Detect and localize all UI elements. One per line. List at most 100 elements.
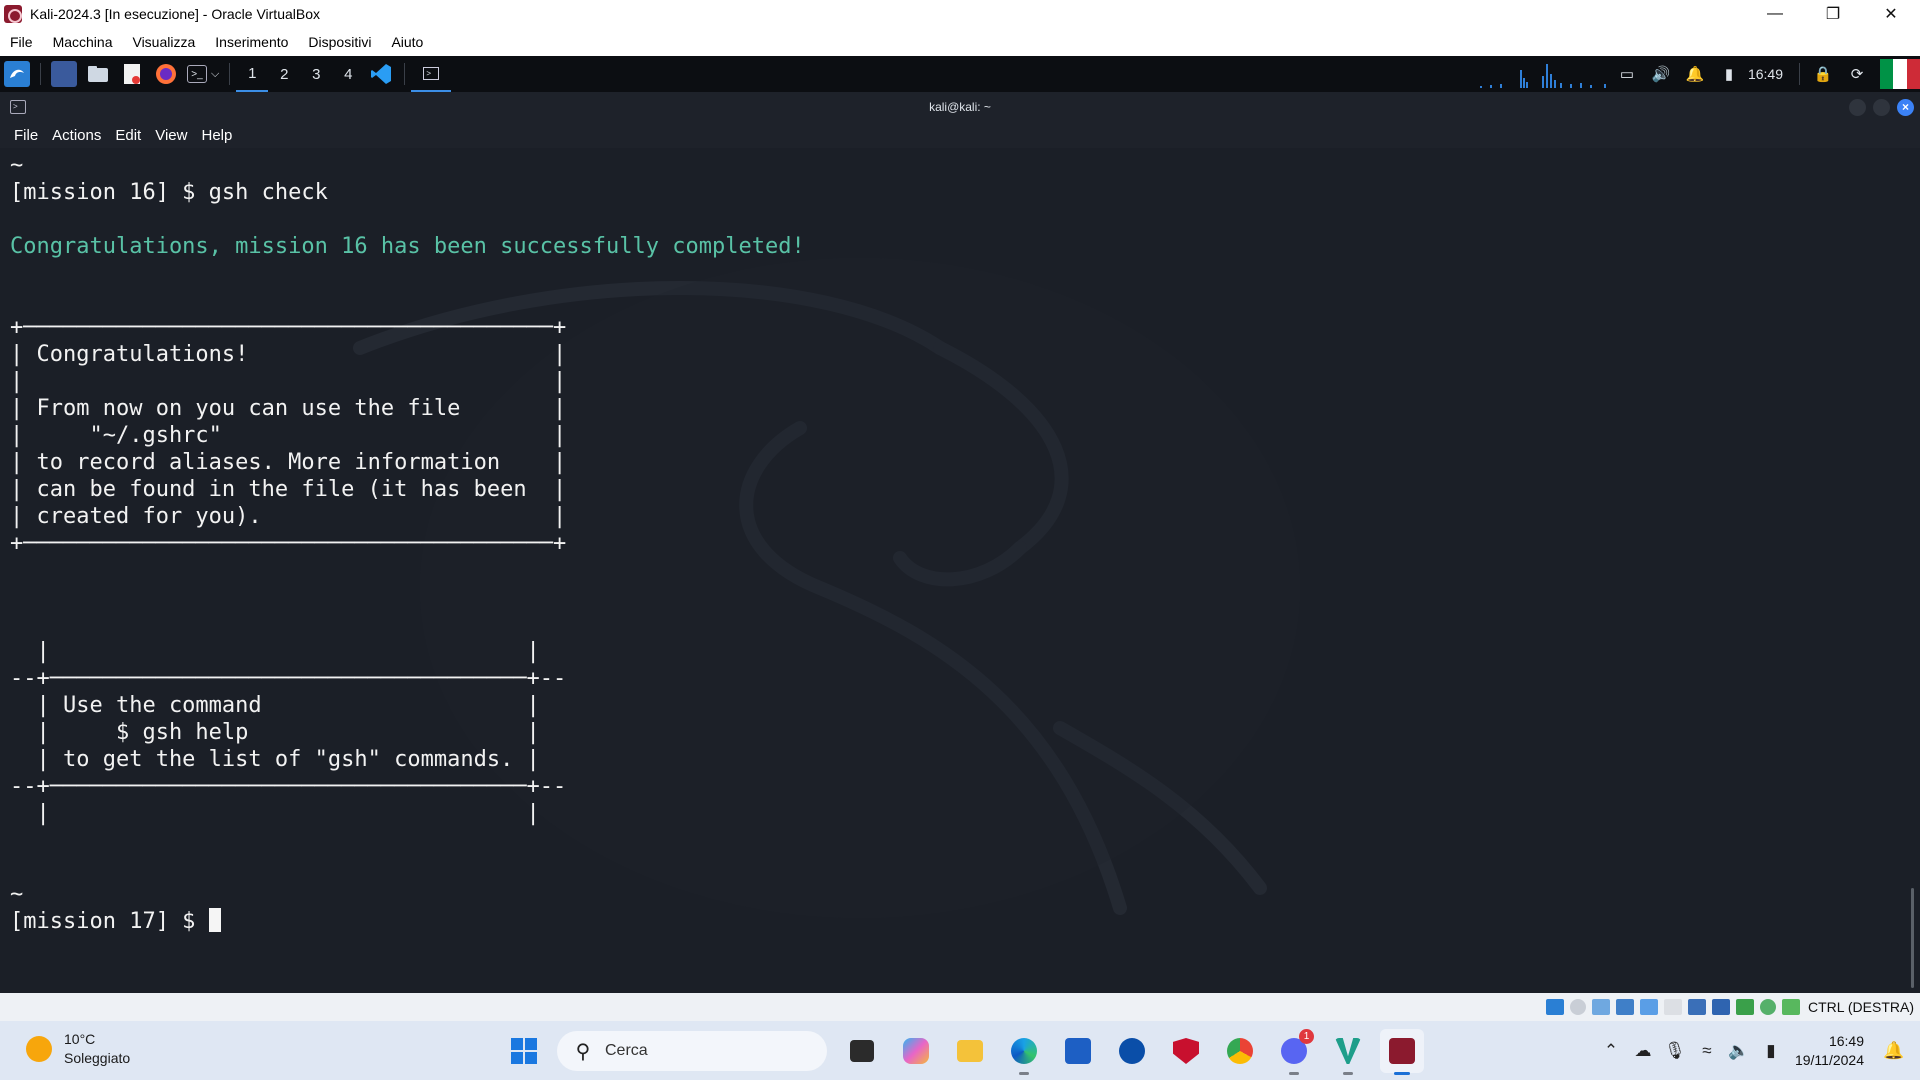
vbox-menubar: File Macchina Visualizza Inserimento Dis… (0, 28, 1920, 56)
terminal-line: Congratulations, mission 16 has been suc… (10, 234, 805, 259)
terminal-line: ~ (10, 153, 24, 178)
vscode-icon[interactable] (368, 61, 394, 87)
notification-bell-icon[interactable]: 🔔 (1678, 65, 1712, 83)
optical-drive-icon[interactable] (1569, 999, 1586, 1015)
mcafee-shield-icon (1173, 1038, 1199, 1064)
firefox-icon[interactable] (153, 61, 179, 87)
virtualbox-taskbar-button[interactable] (1380, 1029, 1424, 1075)
weather-widget[interactable]: 10°C Soleggiato (26, 1030, 130, 1068)
terminal-menu-view[interactable]: View (148, 127, 194, 144)
microphone-icon[interactable]: 🎙 (1659, 1041, 1691, 1061)
chrome-button[interactable] (1218, 1029, 1262, 1073)
terminal-menu-help[interactable]: Help (194, 127, 239, 144)
terminal-menu-edit[interactable]: Edit (108, 127, 148, 144)
terminal-close-button[interactable]: × (1897, 99, 1914, 116)
display-icon[interactable]: ▭ (1610, 65, 1644, 83)
discord-button[interactable]: 1 (1272, 1029, 1316, 1075)
terminal-launcher-icon[interactable]: >_ (187, 65, 207, 83)
terminal-maximize-button[interactable] (1873, 99, 1890, 116)
workspace-4[interactable]: 4 (332, 56, 364, 92)
shared-folders-icon[interactable] (1663, 999, 1682, 1015)
terminal-line: | "~/.gshrc" | (10, 423, 567, 448)
kali-panel-clock[interactable]: 16:49 (1748, 66, 1783, 82)
workspace-2[interactable]: 2 (268, 56, 300, 92)
keyboard-layout-flag-icon[interactable] (1880, 59, 1920, 89)
edge-button[interactable] (1002, 1029, 1046, 1075)
vbox-menu-dispositivi[interactable]: Dispositivi (298, 34, 381, 50)
mouse-integration-icon[interactable] (1781, 999, 1800, 1015)
terminal-line: | created for you). | (10, 504, 567, 529)
notifications-bell-icon[interactable]: 🔔 (1876, 1041, 1912, 1061)
system-tray: ⌃ ☁ 🎙 ≈ 🔈 ▮ 16:49 19/11/2024 🔔 (1595, 1021, 1920, 1080)
workspace-1[interactable]: 1 (236, 56, 269, 92)
lock-icon[interactable]: 🔒 (1806, 65, 1840, 83)
workspace-3[interactable]: 3 (300, 56, 332, 92)
vbox-menu-aiuto[interactable]: Aiuto (381, 34, 433, 50)
minimize-button[interactable]: — (1746, 0, 1804, 28)
terminal-line: | | (10, 801, 540, 826)
vbox-menu-file[interactable]: File (0, 34, 43, 50)
guest-additions-icon[interactable] (1735, 999, 1754, 1015)
task-view-button[interactable] (840, 1029, 884, 1073)
recording-icon[interactable] (1711, 999, 1730, 1015)
veyon-button[interactable] (1326, 1029, 1370, 1075)
desktop-icon[interactable] (51, 61, 77, 87)
mcafee-button[interactable] (1164, 1029, 1208, 1073)
terminal-line: --+────────────────────────────────────+… (10, 666, 567, 691)
start-button[interactable] (502, 1029, 546, 1073)
hard-disk-icon[interactable] (1545, 999, 1564, 1015)
copilot-button[interactable] (894, 1029, 938, 1073)
cpu-activity-icon[interactable] (1759, 999, 1776, 1015)
volume-icon[interactable]: 🔊 (1644, 65, 1678, 83)
text-editor-icon[interactable] (119, 61, 145, 87)
wifi-icon[interactable]: ≈ (1691, 1041, 1723, 1061)
dell-button[interactable] (1110, 1029, 1154, 1073)
battery-charging-icon[interactable]: ▮ (1755, 1041, 1787, 1061)
terminal-menu-actions[interactable]: Actions (45, 127, 108, 144)
microsoft-store-button[interactable] (1056, 1029, 1100, 1073)
kali-menu-icon[interactable] (4, 61, 30, 87)
terminal-prompt: [mission 17] $ (10, 909, 209, 934)
kali-panel-tray: ▭ 🔊 🔔 ▮ 16:49 🔒 ⟳ (1610, 56, 1920, 92)
terminal-line: | From now on you can use the file | (10, 396, 567, 421)
vbox-menu-macchina[interactable]: Macchina (43, 34, 123, 50)
terminal-line: | | (10, 369, 567, 394)
usb-icon[interactable] (1639, 999, 1658, 1015)
terminal-titlebar: > kali@kali: ~ × (0, 92, 1920, 122)
power-icon[interactable]: ⟳ (1840, 65, 1874, 83)
close-button[interactable]: ✕ (1862, 0, 1920, 28)
speaker-icon[interactable]: 🔈 (1723, 1041, 1755, 1061)
terminal-menu-file[interactable]: File (0, 127, 45, 144)
host-key-label[interactable]: CTRL (DESTRA) (1808, 999, 1914, 1015)
chevron-down-icon[interactable]: ⌵ (211, 68, 219, 81)
chevron-up-icon[interactable]: ⌃ (1595, 1041, 1627, 1061)
terminal-line: | to get the list of "gsh" commands. | (10, 747, 540, 772)
terminal-line: +───────────────────────────────────────… (10, 531, 567, 556)
terminal-prompt-line[interactable]: [mission 17] $ (10, 908, 805, 935)
file-explorer-button[interactable] (948, 1029, 992, 1073)
terminal-line: | can be found in the file (it has been … (10, 477, 567, 502)
vbox-menu-visualizza[interactable]: Visualizza (122, 34, 205, 50)
battery-icon[interactable]: ▮ (1712, 65, 1746, 83)
terminal-scrollbar[interactable] (1911, 888, 1914, 988)
cpu-usage-graph (1480, 64, 1606, 88)
taskbar-time: 16:49 (1828, 1032, 1864, 1049)
taskbar-search-box[interactable]: ⚲ Cerca (557, 1031, 827, 1071)
weather-temperature: 10°C (64, 1031, 96, 1047)
window-title: Kali-2024.3 [In esecuzione] - Oracle Vir… (30, 6, 321, 22)
onedrive-offline-icon[interactable]: ☁ (1627, 1041, 1659, 1061)
vbox-menu-inserimento[interactable]: Inserimento (205, 34, 298, 50)
terminal-line: | | (10, 639, 540, 664)
file-manager-icon[interactable] (85, 61, 111, 87)
terminal-minimize-button[interactable] (1849, 99, 1866, 116)
terminal-line: | to record aliases. More information | (10, 450, 567, 475)
network-icon[interactable] (1615, 999, 1634, 1015)
taskbar-clock[interactable]: 16:49 19/11/2024 (1795, 1032, 1864, 1070)
terminal-task-button[interactable]: > (411, 56, 452, 92)
audio-icon[interactable] (1591, 999, 1610, 1015)
restore-button[interactable]: ❐ (1804, 0, 1862, 28)
display-settings-icon[interactable] (1687, 999, 1706, 1015)
terminal-body[interactable]: ~ [mission 16] $ gsh check Congratulations… (0, 148, 1920, 993)
vbox-titlebar: Kali-2024.3 [In esecuzione] - Oracle Vir… (0, 0, 1920, 28)
